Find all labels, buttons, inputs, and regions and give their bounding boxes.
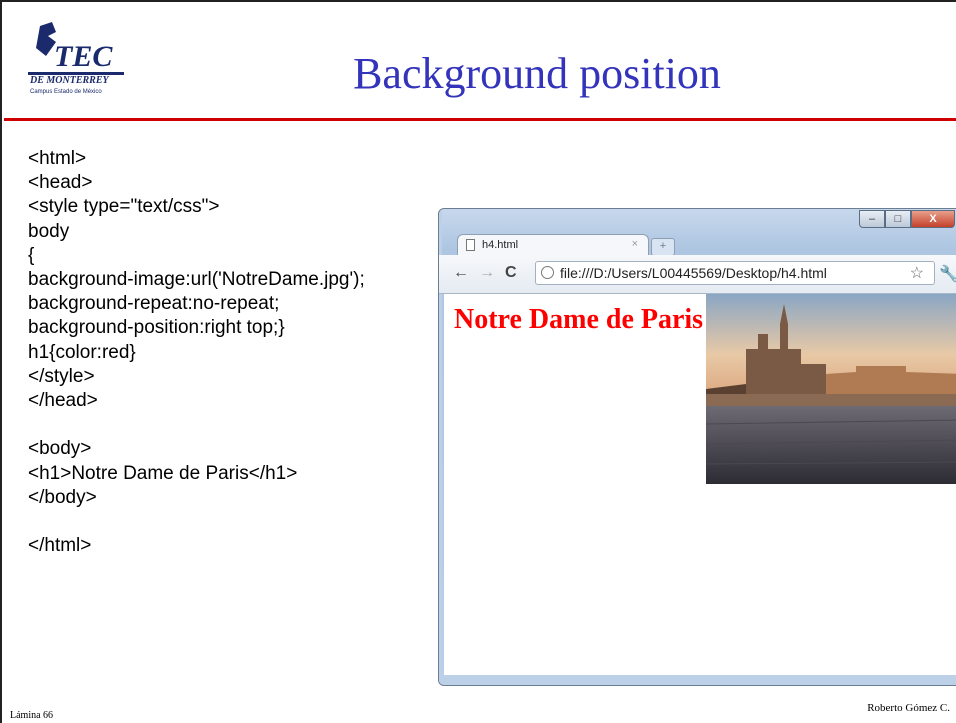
tab-close-icon[interactable]: × bbox=[632, 238, 638, 250]
logo-subtext: DE MONTERREY bbox=[29, 75, 110, 86]
code-listing: <html> <head> <style type="text/css"> body{… bbox=[28, 147, 365, 558]
code-line: <html> bbox=[28, 148, 87, 169]
star-icon[interactable]: ☆ bbox=[910, 263, 924, 283]
code-line: </head> bbox=[28, 390, 98, 412]
code-line: <style type="text/css"> bbox=[28, 196, 220, 218]
url-text[interactable]: file:///D:/Users/L00445569/Desktop/h4.ht… bbox=[560, 265, 827, 281]
toolbar: ← → C file:///D:/Users/L00445569/Desktop… bbox=[439, 255, 956, 294]
code-line: h1{color:red} bbox=[28, 341, 136, 363]
browser-window: – □ X h4.html × + ← → C file:///D:/Users… bbox=[438, 208, 956, 686]
forward-icon[interactable]: → bbox=[479, 264, 495, 282]
back-icon[interactable]: ← bbox=[453, 264, 469, 282]
slide: TEC DE MONTERREY Campus Estado de México… bbox=[0, 0, 956, 723]
window-controls: – □ X bbox=[859, 210, 955, 228]
code-line: background-repeat:no-repeat; bbox=[28, 293, 280, 315]
code-line: <h1>Notre Dame de Paris</h1> bbox=[28, 462, 298, 484]
code-line: <head> bbox=[28, 172, 93, 194]
code-line: <body> bbox=[28, 438, 92, 460]
tab-title: h4.html bbox=[482, 239, 519, 251]
code-line: background-image:url('NotreDame.jpg'); bbox=[28, 269, 365, 291]
code-line: { bbox=[28, 244, 35, 266]
code-line: body bbox=[28, 220, 70, 242]
page-viewport: Notre Dame de Paris bbox=[444, 294, 956, 676]
slide-number: Lámina 66 bbox=[10, 710, 54, 721]
new-tab-button[interactable]: + bbox=[651, 238, 675, 256]
notre-dame-photo bbox=[706, 294, 956, 484]
minimize-button[interactable]: – bbox=[859, 210, 885, 228]
window-bottom-frame bbox=[439, 675, 956, 685]
code-line: </style> bbox=[28, 365, 95, 387]
code-line: </body> bbox=[28, 486, 97, 508]
close-button[interactable]: X bbox=[911, 210, 955, 228]
globe-icon bbox=[541, 266, 554, 279]
tec-logo: TEC DE MONTERREY Campus Estado de México bbox=[28, 22, 124, 95]
slide-title: Background position bbox=[353, 49, 721, 98]
logo-text: TEC bbox=[54, 40, 113, 73]
title-divider bbox=[4, 118, 956, 121]
wrench-icon[interactable]: 🔧 bbox=[939, 264, 956, 284]
maximize-button[interactable]: □ bbox=[885, 210, 911, 228]
logo-campus: Campus Estado de México bbox=[30, 89, 102, 95]
page-heading: Notre Dame de Paris bbox=[454, 304, 704, 335]
address-bar[interactable]: file:///D:/Users/L00445569/Desktop/h4.ht… bbox=[535, 261, 935, 285]
code-line: background-position:right top;} bbox=[28, 317, 285, 339]
page-icon bbox=[466, 239, 475, 251]
author: Roberto Gómez C. bbox=[867, 702, 950, 714]
code-line: </html> bbox=[28, 535, 92, 557]
tab-h4[interactable]: h4.html × bbox=[457, 234, 649, 257]
reload-icon[interactable]: C bbox=[505, 264, 517, 282]
